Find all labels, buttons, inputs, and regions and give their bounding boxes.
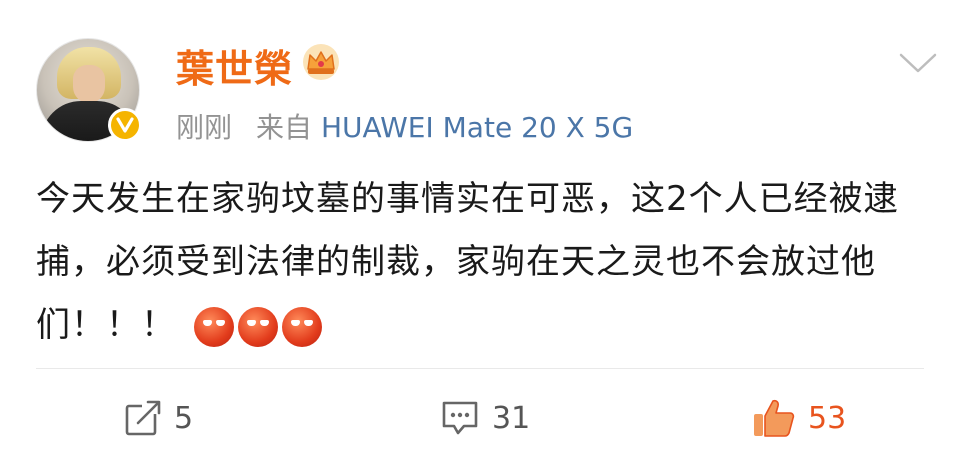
like-count: 53 bbox=[808, 400, 847, 436]
weibo-post-card: 葉世榮 刚刚 来自 HUAWEI Mate 20 X 5G 今天发生在家驹坟墓的… bbox=[0, 0, 960, 464]
device-link[interactable]: HUAWEI Mate 20 X 5G bbox=[321, 111, 633, 144]
comment-count: 31 bbox=[492, 400, 531, 436]
comment-button[interactable]: 31 bbox=[440, 396, 530, 440]
post-time: 刚刚 bbox=[176, 111, 233, 144]
username[interactable]: 葉世榮 bbox=[176, 38, 293, 93]
thumbs-up-icon bbox=[754, 399, 795, 437]
like-button[interactable]: 53 bbox=[752, 396, 846, 440]
avatar-face bbox=[73, 65, 105, 103]
crown-icon bbox=[303, 44, 339, 80]
post-content: 今天发生在家驹坟墓的事情实在可恶，这2个人已经被逮捕，必须受到法律的制裁，家驹在… bbox=[36, 168, 916, 357]
source-info: 来自 HUAWEI Mate 20 X 5G bbox=[256, 106, 633, 146]
repost-button[interactable]: 5 bbox=[124, 396, 193, 440]
emoji-row bbox=[193, 306, 322, 347]
post-meta: 刚刚 来自 HUAWEI Mate 20 X 5G bbox=[176, 106, 633, 146]
comment-icon bbox=[442, 401, 478, 435]
chevron-down-icon[interactable] bbox=[898, 52, 938, 74]
verified-v-icon bbox=[108, 108, 142, 142]
divider bbox=[36, 368, 924, 369]
repost-count: 5 bbox=[174, 400, 194, 436]
repost-icon bbox=[125, 400, 161, 436]
post-text: 今天发生在家驹坟墓的事情实在可恶，这2个人已经被逮捕，必须受到法律的制裁，家驹在… bbox=[36, 179, 899, 345]
angry-face-icon bbox=[193, 306, 234, 347]
angry-face-icon bbox=[237, 306, 278, 347]
source-prefix: 来自 bbox=[256, 111, 313, 144]
angry-face-icon bbox=[281, 306, 322, 347]
